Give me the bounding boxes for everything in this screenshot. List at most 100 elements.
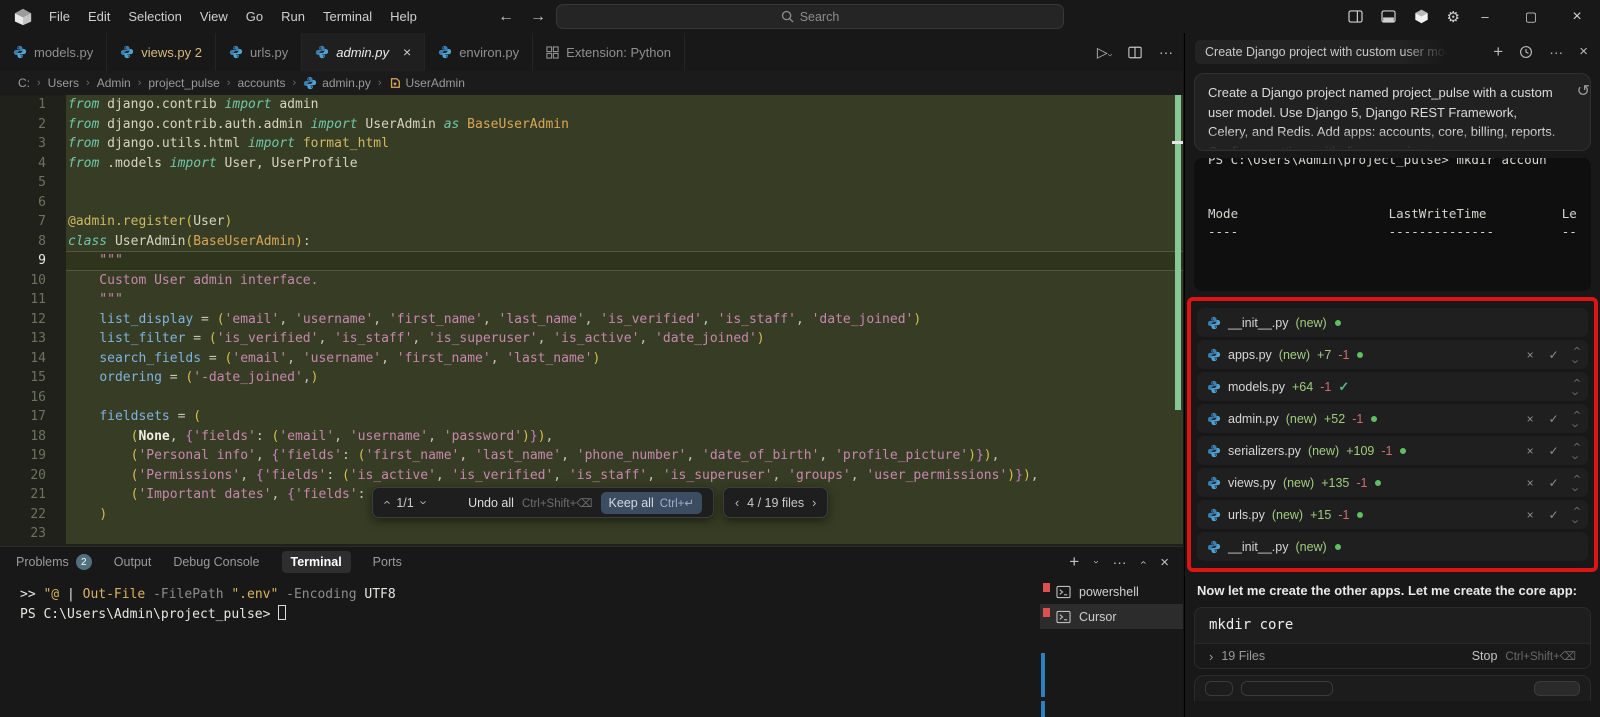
code-line[interactable]: 12 list_display = ('email', 'username', … bbox=[0, 309, 1183, 329]
tab-views-py-2[interactable]: views.py 2 bbox=[107, 33, 216, 71]
code-line[interactable]: 2 from django.contrib.auth.admin import U… bbox=[0, 114, 1183, 134]
code-line[interactable]: 4 from .models import User, UserProfile bbox=[0, 153, 1183, 173]
restore-checkpoint-icon[interactable]: ↺ bbox=[1577, 81, 1590, 101]
send-pill[interactable] bbox=[1534, 681, 1580, 696]
breadcrumb-item[interactable]: project_pulse bbox=[148, 76, 219, 90]
accept-file-icon[interactable]: ✓ bbox=[1549, 476, 1559, 490]
expand-files-icon[interactable]: › bbox=[1209, 650, 1213, 663]
chat-history-icon[interactable] bbox=[1519, 45, 1533, 59]
maximize-panel-icon[interactable]: › bbox=[1137, 560, 1149, 564]
expand-file-icon[interactable]: › › bbox=[1568, 502, 1583, 528]
menu-help[interactable]: Help bbox=[381, 5, 426, 28]
code-editor[interactable]: 1 from django.contrib import admin 2 from d… bbox=[0, 95, 1183, 546]
history-back-button[interactable]: ← bbox=[498, 8, 514, 26]
new-terminal-button[interactable]: + bbox=[1069, 552, 1079, 572]
code-line[interactable]: 16 bbox=[0, 387, 1183, 407]
global-search-input[interactable]: Search bbox=[556, 4, 1064, 29]
menu-selection[interactable]: Selection bbox=[119, 5, 190, 28]
code-line[interactable]: 5 bbox=[0, 173, 1183, 193]
next-file-icon[interactable]: › bbox=[812, 496, 816, 510]
expand-file-icon[interactable]: › › bbox=[1568, 438, 1583, 464]
reject-file-icon[interactable]: × bbox=[1527, 508, 1534, 522]
user-message-card[interactable]: Create a Django project named project_pu… bbox=[1194, 73, 1591, 151]
changed-file-row[interactable]: admin.py (new) +52 -1 × ✓ › › bbox=[1197, 404, 1588, 433]
changed-file-row[interactable]: serializers.py (new) +109 -1 × ✓ › › bbox=[1197, 436, 1588, 465]
expand-file-icon[interactable]: › › bbox=[1568, 342, 1583, 368]
panel-tab-terminal[interactable]: Terminal bbox=[281, 551, 351, 573]
accept-file-icon[interactable]: ✓ bbox=[1549, 412, 1559, 426]
panel-tab-problems[interactable]: Problems 2 bbox=[16, 554, 92, 570]
code-line[interactable]: 3 from django.utils.html import format_ht… bbox=[0, 134, 1183, 154]
code-line[interactable]: 8 class UserAdmin(BaseUserAdmin): bbox=[0, 231, 1183, 251]
breadcrumb-item[interactable]: C: bbox=[18, 76, 30, 90]
window-close-button[interactable]: × bbox=[1554, 0, 1600, 33]
panel-more-icon[interactable]: ··· bbox=[1113, 554, 1127, 570]
accept-file-icon[interactable]: ✓ bbox=[1549, 348, 1559, 362]
chat-terminal-output[interactable]: PS C:\Users\Admin\project_pulse> mkdir a… bbox=[1194, 158, 1591, 291]
changed-file-row[interactable]: urls.py (new) +15 -1 × ✓ › › bbox=[1197, 500, 1588, 529]
split-editor-icon[interactable] bbox=[1128, 46, 1142, 59]
code-line[interactable]: 10 Custom User admin interface. bbox=[0, 270, 1183, 290]
prev-file-icon[interactable]: ‹ bbox=[735, 496, 739, 510]
reject-file-icon[interactable]: × bbox=[1527, 348, 1534, 362]
changed-file-row[interactable]: __init__.py (new) bbox=[1197, 532, 1588, 561]
breadcrumb-item[interactable]: accounts bbox=[237, 76, 285, 90]
terminal-profile-dropdown-icon[interactable]: › bbox=[1091, 560, 1102, 563]
breadcrumb-item[interactable]: UserAdmin bbox=[389, 76, 465, 90]
menu-run[interactable]: Run bbox=[272, 5, 314, 28]
changed-file-row[interactable]: views.py (new) +135 -1 × ✓ › › bbox=[1197, 468, 1588, 497]
reject-file-icon[interactable]: × bbox=[1527, 476, 1534, 490]
gear-icon[interactable]: ⚙ bbox=[1447, 8, 1460, 26]
panel-tab-debug-console[interactable]: Debug Console bbox=[173, 555, 259, 569]
window-restore-button[interactable]: ▢ bbox=[1508, 0, 1554, 33]
code-line[interactable]: 13 list_filter = ('is_verified', 'is_sta… bbox=[0, 329, 1183, 349]
changed-file-row[interactable]: __init__.py (new) bbox=[1197, 308, 1588, 337]
breadcrumb-item[interactable]: admin.py bbox=[303, 76, 371, 90]
code-line[interactable]: 9 """ bbox=[0, 251, 1183, 271]
history-forward-button[interactable]: → bbox=[530, 8, 546, 26]
chat-more-icon[interactable]: ··· bbox=[1549, 44, 1563, 60]
cursor-ai-icon[interactable] bbox=[1414, 9, 1429, 24]
window-minimize-button[interactable]: – bbox=[1462, 0, 1508, 33]
reject-file-icon[interactable]: × bbox=[1527, 412, 1534, 426]
menu-edit[interactable]: Edit bbox=[79, 5, 119, 28]
tab-environ-py[interactable]: environ.py bbox=[425, 33, 534, 71]
code-line[interactable]: 7 @admin.register(User) bbox=[0, 212, 1183, 232]
close-tab-icon[interactable]: × bbox=[403, 44, 411, 60]
keep-all-button[interactable]: Keep all Ctrl+↵ bbox=[600, 491, 702, 514]
command-files-row[interactable]: › 19 Files Stop Ctrl+Shift+⌫ bbox=[1195, 643, 1590, 668]
undo-all-button[interactable]: Undo all bbox=[468, 496, 514, 510]
code-line[interactable]: 6 bbox=[0, 192, 1183, 212]
prev-change-icon[interactable]: › bbox=[379, 500, 394, 504]
code-line[interactable]: 15 ordering = ('-date_joined',) bbox=[0, 368, 1183, 388]
expand-file-icon[interactable]: › › bbox=[1568, 470, 1583, 496]
tab-admin-py[interactable]: admin.py × bbox=[302, 33, 426, 71]
menu-view[interactable]: View bbox=[191, 5, 237, 28]
code-line[interactable]: 23 bbox=[0, 524, 1183, 544]
code-line[interactable]: 1 from django.contrib import admin bbox=[0, 95, 1183, 115]
changed-file-row[interactable]: apps.py (new) +7 -1 × ✓ › › bbox=[1197, 340, 1588, 369]
panel-tab-ports[interactable]: Ports bbox=[373, 555, 402, 569]
code-line[interactable]: 11 """ bbox=[0, 290, 1183, 310]
breadcrumb-item[interactable]: Users bbox=[48, 76, 79, 90]
expand-file-icon[interactable]: › › bbox=[1568, 406, 1583, 432]
chat-close-icon[interactable]: × bbox=[1579, 43, 1588, 60]
stop-button[interactable]: Stop bbox=[1472, 649, 1498, 663]
terminal-output[interactable]: >> "@ | Out-File -FilePath ".env" -Encod… bbox=[0, 577, 1183, 625]
expand-file-icon[interactable]: › › bbox=[1568, 374, 1583, 400]
menu-terminal[interactable]: Terminal bbox=[314, 5, 381, 28]
code-line[interactable]: 17 fieldsets = ( bbox=[0, 407, 1183, 427]
more-actions-icon[interactable]: ··· bbox=[1159, 44, 1173, 60]
breadcrumb-item[interactable]: Admin bbox=[97, 76, 131, 90]
chat-tab-title[interactable]: Create Django project with custom user m… bbox=[1195, 39, 1447, 64]
new-chat-button[interactable]: + bbox=[1493, 42, 1503, 62]
tab-urls-py[interactable]: urls.py bbox=[215, 33, 303, 71]
context-pill[interactable] bbox=[1205, 681, 1233, 696]
code-line[interactable]: 20 ('Permissions', {'fields': ('is_activ… bbox=[0, 465, 1183, 485]
terminal-list-item-cursor[interactable]: Cursor bbox=[1040, 604, 1183, 629]
changed-file-row[interactable]: models.py +64 -1 ✓ › › bbox=[1197, 372, 1588, 401]
code-line[interactable]: 18 (None, {'fields': ('email', 'username… bbox=[0, 426, 1183, 446]
menu-file[interactable]: File bbox=[40, 5, 79, 28]
command-text[interactable]: mkdir core bbox=[1195, 608, 1590, 643]
terminal-list-item-powershell[interactable]: powershell bbox=[1040, 579, 1183, 604]
